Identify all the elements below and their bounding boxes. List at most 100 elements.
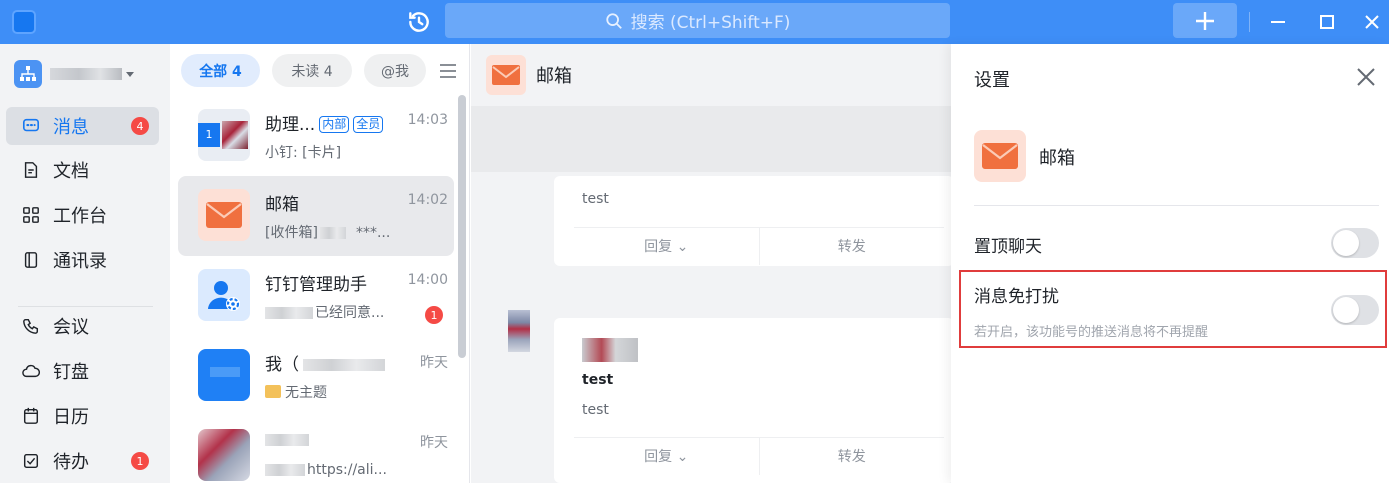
chevron-down-icon — [126, 71, 134, 77]
tag-internal: 内部 — [319, 116, 350, 133]
chat-name: 我（ — [265, 350, 385, 375]
calendar-icon — [23, 407, 39, 424]
filter-all[interactable]: 全部 4 — [181, 54, 260, 87]
message-body: test — [582, 402, 609, 418]
message-actions: 回复 ⌄ 转发 — [574, 227, 944, 265]
chat-time: 昨天 — [420, 355, 448, 371]
chat-item-group[interactable]: 昨天 https://ali... — [178, 416, 454, 483]
envelope-icon — [265, 385, 281, 398]
nav-item-drive[interactable]: 钉盘 — [6, 352, 159, 390]
chat-item-admin-assistant[interactable]: 钉钉管理助手 14:00 已经同意... 1 — [178, 256, 454, 336]
titlebar-divider — [1249, 12, 1250, 32]
nav-item-calendar[interactable]: 日历 — [6, 397, 159, 435]
filter-mentions[interactable]: @我 — [364, 54, 426, 87]
filter-unread[interactable]: 未读 4 — [272, 54, 352, 87]
org-switcher[interactable] — [14, 60, 134, 88]
mail-icon — [974, 130, 1026, 182]
nav-item-workbench[interactable]: 工作台 — [6, 196, 159, 234]
mail-icon — [486, 55, 526, 95]
add-button[interactable] — [1173, 3, 1237, 38]
todo-icon — [23, 453, 39, 469]
mail-icon — [198, 189, 250, 241]
minimize-icon[interactable] — [1266, 10, 1290, 34]
phone-icon — [23, 318, 39, 334]
chat-time: 14:03 — [407, 112, 448, 128]
forward-button[interactable]: 转发 — [758, 438, 945, 475]
pin-chat-toggle[interactable] — [1331, 228, 1379, 258]
nav-label: 待办 — [53, 452, 89, 473]
chat-preview: [收件箱] ***... — [265, 225, 391, 241]
reply-button[interactable]: 回复 ⌄ — [574, 228, 759, 265]
message-card: test 回复 ⌄ 转发 — [554, 176, 954, 266]
app-logo — [12, 10, 36, 34]
nav-item-docs[interactable]: 文档 — [6, 151, 159, 189]
title-bar: 搜索 (Ctrl+Shift+F) — [0, 0, 1389, 44]
chat-list: 全部 4 未读 4 @我 1 助理... 内部 全员 14:03 小钉: [卡片] … — [170, 44, 470, 483]
close-icon[interactable] — [1355, 66, 1377, 88]
unread-badge: 4 — [131, 117, 149, 135]
document-icon — [24, 162, 38, 178]
header-shade — [471, 106, 951, 172]
chat-preview: 无主题 — [265, 382, 327, 402]
pin-chat-label: 置顶聊天 — [974, 237, 1042, 257]
nav-label: 日历 — [53, 407, 89, 428]
panel-divider — [974, 205, 1379, 206]
chat-item-self[interactable]: 我（ 昨天 无主题 — [178, 336, 454, 416]
chat-time: 14:00 — [407, 272, 448, 288]
forward-button[interactable]: 转发 — [758, 228, 945, 265]
chat-preview: 小钉: [卡片] — [265, 145, 342, 161]
reply-button[interactable]: 回复 ⌄ — [574, 438, 759, 475]
avatar — [198, 349, 250, 401]
message-actions: 回复 ⌄ 转发 — [574, 437, 944, 475]
close-window-icon[interactable] — [1360, 10, 1384, 34]
dnd-label: 消息免打扰 — [974, 287, 1059, 307]
menu-icon[interactable] — [438, 61, 458, 81]
nav-label: 消息 — [53, 117, 89, 138]
settings-panel: 设置 邮箱 置顶聊天 消息免打扰 若开启，该功能号的推送消息将不再提醒 — [951, 44, 1389, 483]
chat-item-mailbox[interactable]: 邮箱 14:02 [收件箱] ***... — [178, 176, 454, 256]
left-nav: 消息 4 文档 工作台 通讯录 会议 钉盘 日历 待办 1 — [0, 44, 170, 483]
account-name: 邮箱 — [1039, 148, 1075, 169]
maximize-icon[interactable] — [1315, 10, 1339, 34]
message-icon — [22, 118, 40, 132]
nav-item-meeting[interactable]: 会议 — [6, 307, 159, 345]
tag-all-staff: 全员 — [353, 116, 384, 133]
history-icon[interactable] — [406, 9, 432, 35]
admin-avatar-icon — [198, 269, 250, 321]
nav-label: 会议 — [53, 317, 89, 338]
nav-item-contacts[interactable]: 通讯录 — [6, 241, 159, 279]
nav-label: 钉盘 — [53, 362, 89, 383]
nav-item-messages[interactable]: 消息 4 — [6, 107, 159, 145]
chat-title: 邮箱 — [536, 66, 572, 87]
chat-item-assistant[interactable]: 1 助理... 内部 全员 14:03 小钉: [卡片] — [178, 96, 454, 176]
org-icon — [14, 60, 42, 88]
chat-preview: 已经同意... — [265, 302, 384, 322]
scrollbar[interactable] — [458, 95, 466, 358]
panel-title: 设置 — [974, 70, 1010, 91]
chat-header: 邮箱 — [471, 44, 951, 106]
avatar — [198, 429, 250, 481]
cloud-icon — [22, 364, 40, 378]
message-body: test — [582, 191, 609, 207]
chat-area: 邮箱 test 回复 ⌄ 转发 test test 回复 ⌄ 转发 — [471, 44, 954, 483]
nav-label: 通讯录 — [53, 251, 107, 272]
contacts-icon — [24, 252, 38, 268]
dnd-description: 若开启，该功能号的推送消息将不再提醒 — [974, 325, 1209, 340]
chat-time: 14:02 — [407, 192, 448, 208]
chat-name: 邮箱 — [265, 195, 299, 215]
chat-time: 昨天 — [420, 435, 448, 451]
nav-item-todo[interactable]: 待办 1 — [6, 442, 159, 480]
todo-badge: 1 — [131, 452, 149, 470]
dnd-toggle[interactable] — [1331, 295, 1379, 325]
nav-label: 文档 — [53, 161, 89, 182]
nav-label: 工作台 — [53, 206, 107, 227]
chat-name: 钉钉管理助手 — [265, 275, 367, 295]
grid-icon — [23, 207, 39, 223]
toggle-knob — [1333, 297, 1359, 323]
search-placeholder: 搜索 (Ctrl+Shift+F) — [630, 13, 791, 33]
message-subject: test — [582, 372, 614, 388]
avatar: 1 — [198, 109, 250, 161]
search-icon — [605, 12, 622, 29]
org-name-blurred — [50, 68, 122, 80]
search-input[interactable]: 搜索 (Ctrl+Shift+F) — [445, 3, 950, 38]
